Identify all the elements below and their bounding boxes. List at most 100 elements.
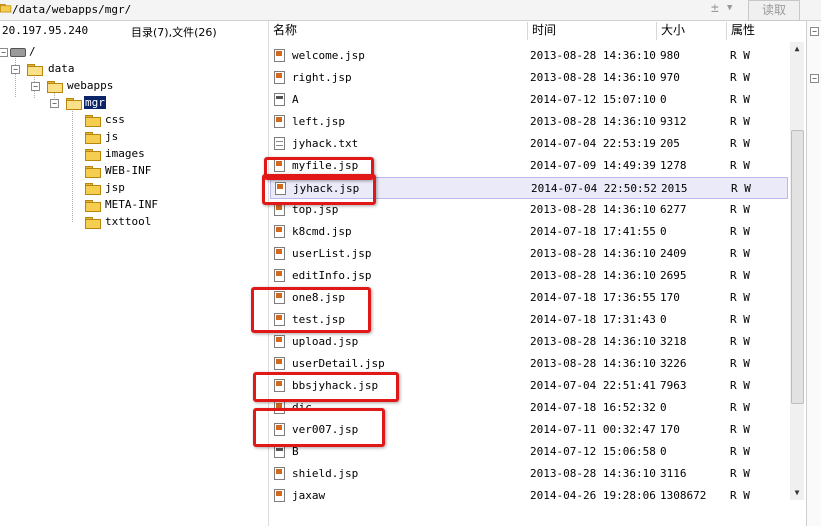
tree-node-meta-inf[interactable]: META-INF: [0, 197, 200, 213]
collapse-icon[interactable]: −: [31, 82, 40, 91]
jsp-file-icon: [274, 335, 285, 348]
file-row[interactable]: k8cmd.jsp 2014-07-18 17:41:55 0 R W: [270, 221, 788, 243]
column-header-name[interactable]: 名称: [273, 21, 297, 41]
file-time: 2013-08-28 14:36:10: [530, 115, 656, 128]
tree-node-css[interactable]: css: [0, 112, 200, 128]
tree-node-data[interactable]: − data: [0, 61, 140, 77]
tree-label: webapps: [67, 79, 114, 92]
path-input[interactable]: /data/webapps/mgr/: [12, 3, 131, 16]
file-name: jyhack.txt: [292, 137, 359, 150]
file-size: 7963: [660, 379, 687, 392]
collapse-icon[interactable]: −: [0, 48, 8, 57]
column-divider[interactable]: [726, 22, 727, 40]
file-name: ver007.jsp: [292, 423, 359, 436]
folder-icon: [27, 64, 43, 76]
jsp-file-icon: [274, 467, 285, 480]
file-time: 2014-07-12 15:06:58: [530, 445, 656, 458]
file-size: 170: [660, 423, 680, 436]
file-row[interactable]: B 2014-07-12 15:06:58 0 R W: [270, 441, 788, 463]
column-divider[interactable]: [527, 22, 528, 40]
tree-label-selected: mgr: [84, 96, 106, 109]
file-row[interactable]: jaxaw 2014-04-26 19:28:06 1308672 R W: [270, 485, 788, 507]
scroll-thumb[interactable]: [791, 130, 804, 404]
file-size: 205: [660, 137, 680, 150]
file-attr: R W: [730, 467, 750, 480]
column-header-size[interactable]: 大小: [661, 21, 685, 41]
file-row[interactable]: welcome.jsp 2013-08-28 14:36:10 980 R W: [270, 45, 788, 67]
binary-file-icon: [274, 93, 285, 106]
file-time: 2014-04-26 19:28:06: [530, 489, 656, 502]
file-attr: R W: [730, 357, 750, 370]
vertical-scrollbar[interactable]: ▲ ▼: [790, 42, 804, 500]
file-row[interactable]: editInfo.jsp 2013-08-28 14:36:10 2695 R W: [270, 265, 788, 287]
tree-node-images[interactable]: images: [0, 146, 200, 162]
tree-header: 20.197.95.240 目录(7),文件(26): [0, 21, 268, 41]
file-time: 2014-07-04 22:53:19: [530, 137, 656, 150]
column-divider[interactable]: [656, 22, 657, 40]
file-row[interactable]: shield.jsp 2013-08-28 14:36:10 3116 R W: [270, 463, 788, 485]
file-time: 2014-07-04 22:50:52: [531, 182, 657, 195]
path-bar: /data/webapps/mgr/ ± ▼ 读取: [0, 0, 821, 21]
file-row[interactable]: bbsjyhack.jsp 2014-07-04 22:51:41 7963 R W: [270, 375, 788, 397]
file-time: 2014-07-12 15:07:10: [530, 93, 656, 106]
file-row[interactable]: userDetail.jsp 2013-08-28 14:36:10 3226 R W: [270, 353, 788, 375]
file-row[interactable]: top.jsp 2013-08-28 14:36:10 6277 R W: [270, 199, 788, 221]
tree-node-mgr[interactable]: − mgr: [0, 95, 160, 111]
column-header-time[interactable]: 时间: [532, 21, 556, 41]
file-attr: R W: [731, 182, 751, 195]
column-header-attr[interactable]: 属性: [731, 21, 755, 41]
file-row[interactable]: one8.jsp 2014-07-18 17:36:55 170 R W: [270, 287, 788, 309]
tree-node-txttool[interactable]: txttool: [0, 214, 200, 230]
file-row[interactable]: jyhack.txt 2014-07-04 22:53:19 205 R W: [270, 133, 788, 155]
file-row[interactable]: dic 2014-07-18 16:52:32 0 R W: [270, 397, 788, 419]
read-button[interactable]: 读取: [748, 0, 800, 21]
file-name: dic: [292, 401, 312, 414]
chevron-down-icon[interactable]: ▼: [727, 3, 732, 13]
file-row[interactable]: right.jsp 2013-08-28 14:36:10 970 R W: [270, 67, 788, 89]
file-time: 2014-07-04 22:51:41: [530, 379, 656, 392]
collapse-icon[interactable]: −: [11, 65, 20, 74]
jsp-file-icon: [274, 71, 285, 84]
collapse-icon[interactable]: −: [810, 27, 819, 36]
file-attr: R W: [730, 379, 750, 392]
file-row[interactable]: upload.jsp 2013-08-28 14:36:10 3218 R W: [270, 331, 788, 353]
tree-label: /: [29, 45, 36, 58]
tree-node-jsp[interactable]: jsp: [0, 180, 200, 196]
jsp-file-icon: [274, 357, 285, 370]
file-row[interactable]: myfile.jsp 2014-07-09 14:49:39 1278 R W: [270, 155, 788, 177]
file-name: userDetail.jsp: [292, 357, 385, 370]
tree-label: images: [105, 147, 145, 160]
folder-icon: [66, 98, 82, 110]
collapse-icon[interactable]: −: [810, 74, 819, 83]
file-name: one8.jsp: [292, 291, 345, 304]
tree-node-js[interactable]: js: [0, 129, 200, 145]
file-size: 0: [660, 225, 667, 238]
file-name: A: [292, 93, 299, 106]
file-row[interactable]: left.jsp 2013-08-28 14:36:10 9312 R W: [270, 111, 788, 133]
file-attr: R W: [730, 49, 750, 62]
file-attr: R W: [730, 423, 750, 436]
scroll-down-icon[interactable]: ▼: [790, 486, 804, 500]
file-time: 2013-08-28 14:36:10: [530, 49, 656, 62]
collapse-icon[interactable]: −: [50, 99, 59, 108]
file-name: shield.jsp: [292, 467, 359, 480]
file-name: editInfo.jsp: [292, 269, 372, 282]
file-row[interactable]: test.jsp 2014-07-18 17:31:43 0 R W: [270, 309, 788, 331]
tree-label: js: [105, 130, 119, 143]
file-row[interactable]: A 2014-07-12 15:07:10 0 R W: [270, 89, 788, 111]
pane-divider[interactable]: [268, 21, 269, 526]
file-row[interactable]: userList.jsp 2013-08-28 14:36:10 2409 R W: [270, 243, 788, 265]
add-icon[interactable]: ±: [711, 1, 719, 16]
file-row[interactable]: ver007.jsp 2014-07-11 00:32:47 170 R W: [270, 419, 788, 441]
file-time: 2013-08-28 14:36:10: [530, 71, 656, 84]
file-row[interactable]: jyhack.jsp 2014-07-04 22:50:52 2015 R W: [270, 177, 788, 199]
tree-node-webapps[interactable]: − webapps: [0, 78, 160, 94]
tree-node-web-inf[interactable]: WEB-INF: [0, 163, 200, 179]
scroll-up-icon[interactable]: ▲: [790, 42, 804, 56]
text-file-icon: [274, 137, 285, 150]
folder-icon: [0, 4, 12, 13]
tree-node-root[interactable]: − /: [0, 44, 120, 60]
server-ip: 20.197.95.240: [2, 24, 89, 37]
jsp-file-icon: [274, 291, 285, 304]
file-attr: R W: [730, 445, 750, 458]
